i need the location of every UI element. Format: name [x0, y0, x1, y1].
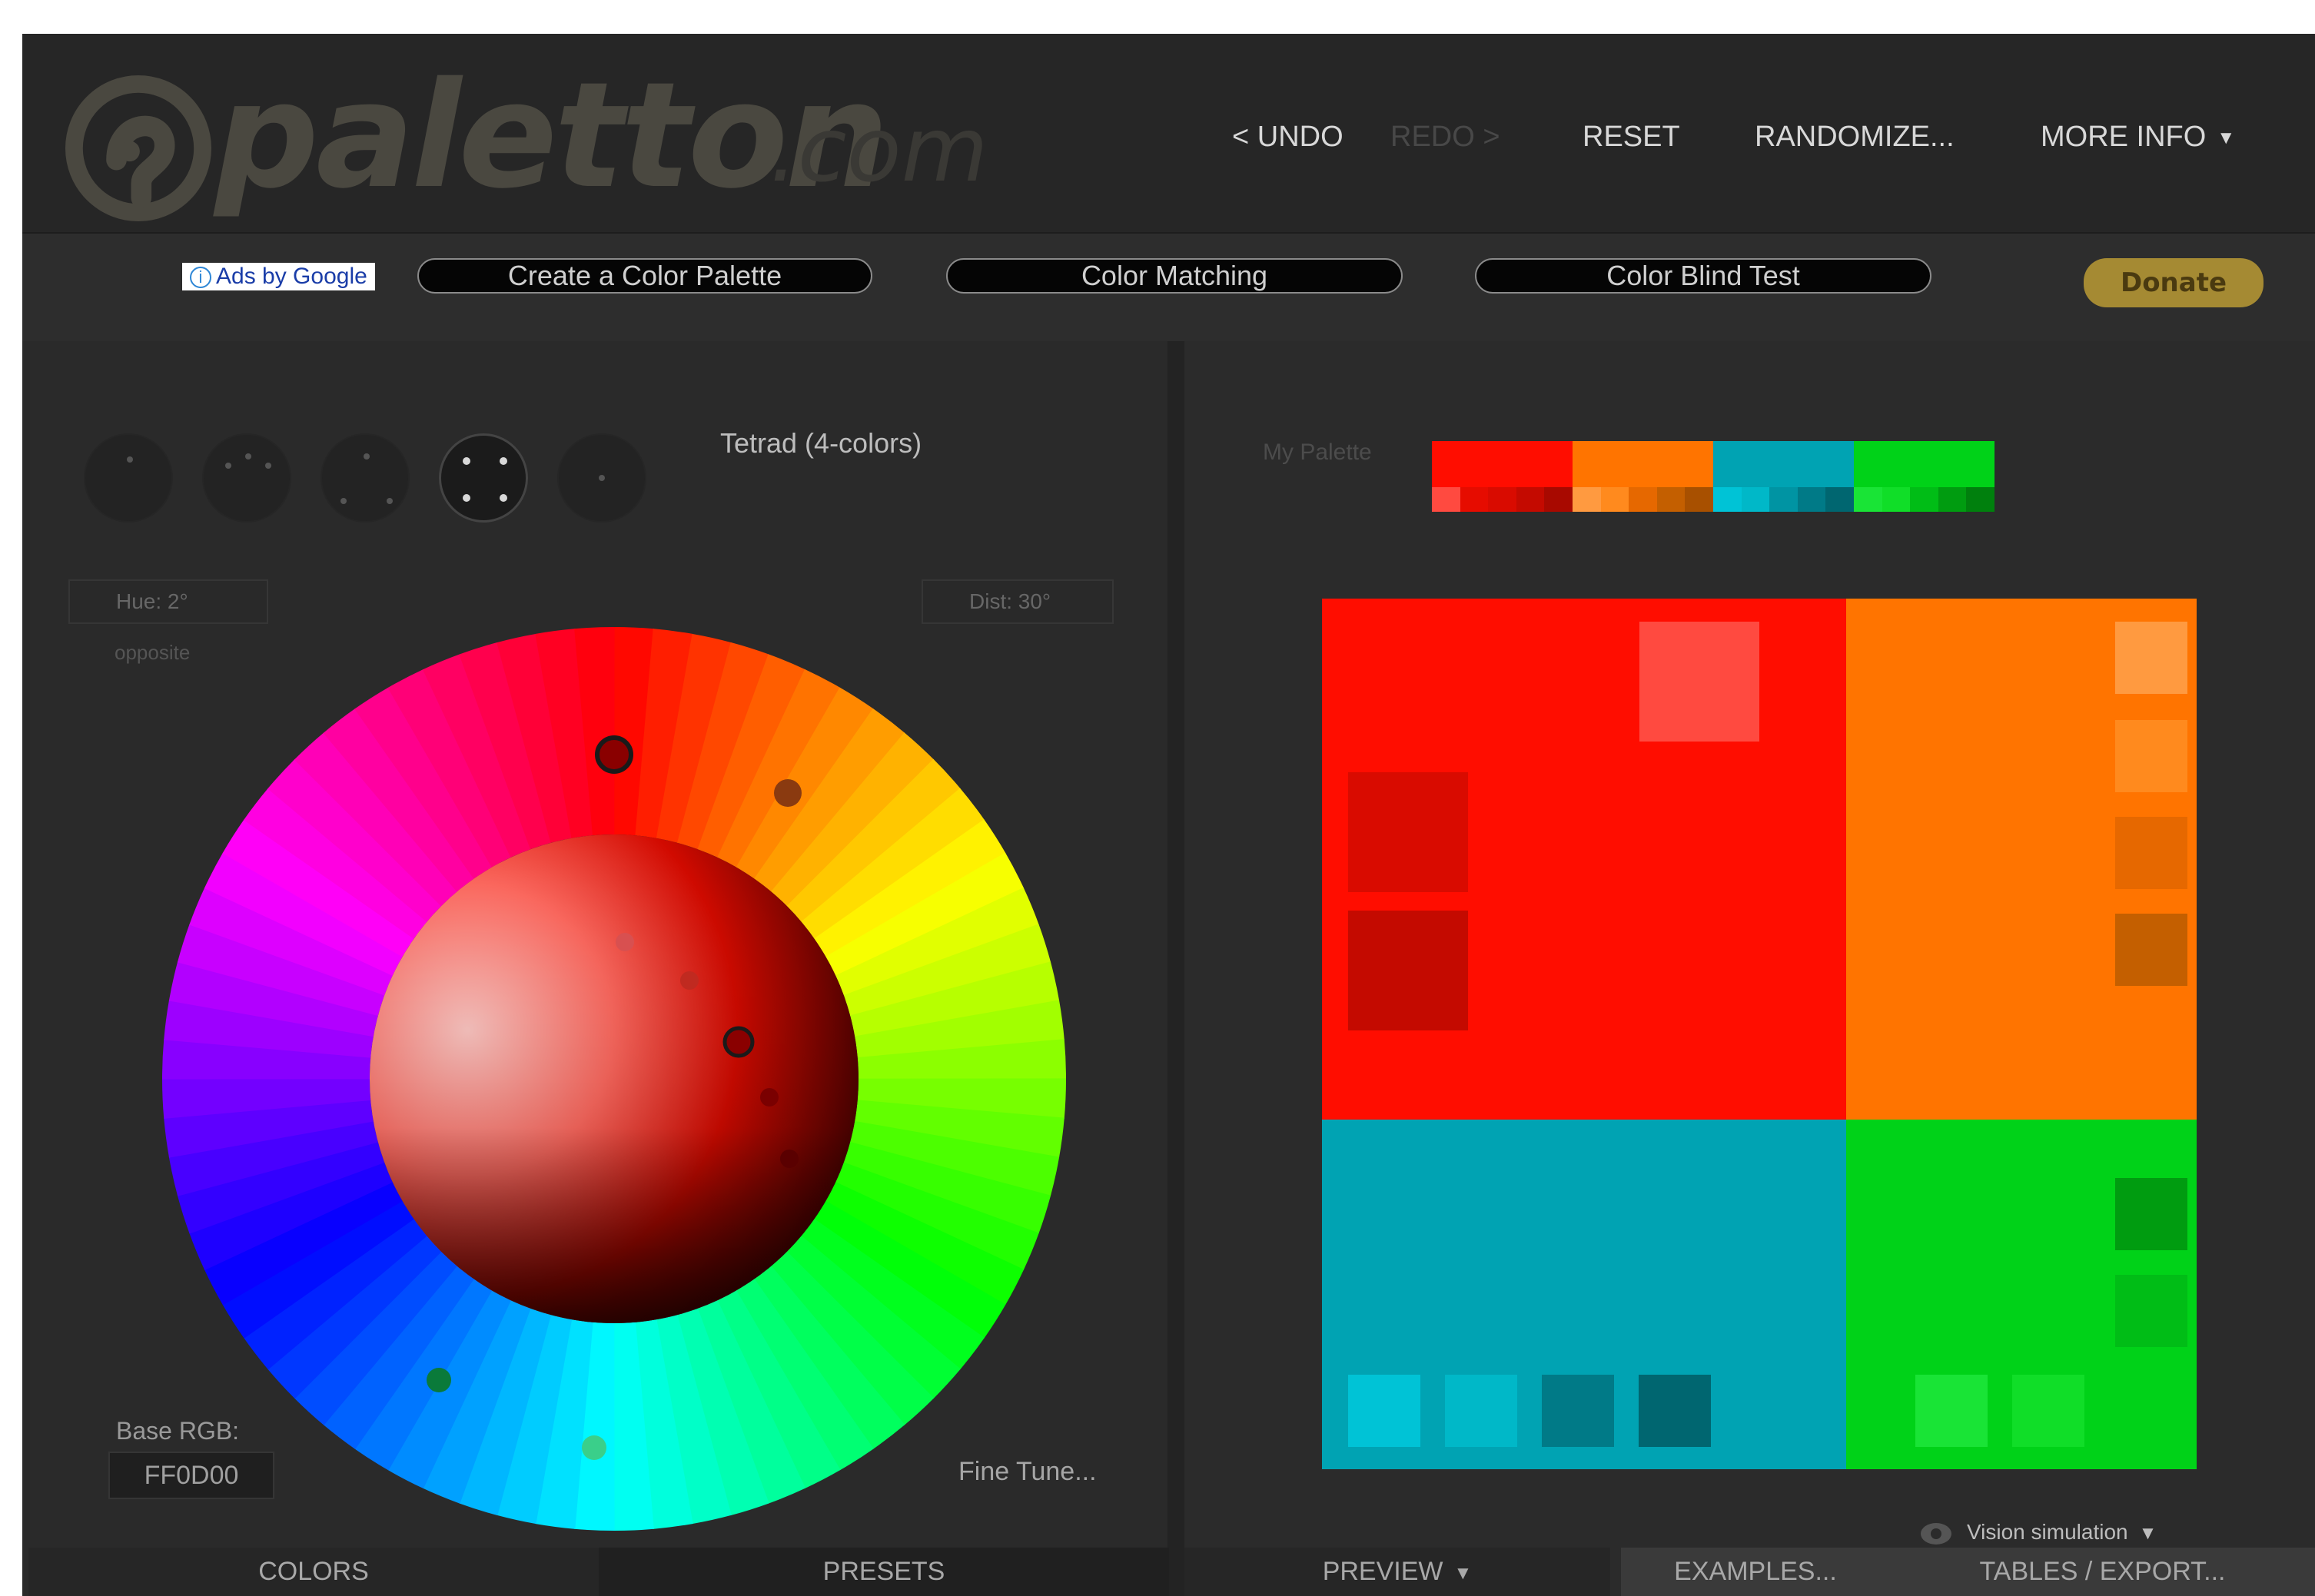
top-bar: paletton .com < UNDO REDO > RESET RANDOM… — [22, 34, 2315, 234]
palette-shade-swatch[interactable] — [1966, 487, 1994, 512]
palette-column[interactable] — [1854, 441, 1994, 512]
color-wheel[interactable] — [145, 610, 1083, 1548]
palette-shade-swatch[interactable] — [1825, 487, 1854, 512]
color-swatch[interactable] — [1348, 772, 1468, 892]
color-swatch[interactable] — [1639, 1375, 1711, 1447]
palette-shade-swatch[interactable] — [1713, 487, 1742, 512]
color-swatch[interactable] — [2012, 1375, 2084, 1447]
shade-marker — [680, 971, 699, 990]
base-rgb-label: Base RGB: — [116, 1417, 240, 1445]
palette-main-swatch[interactable] — [1713, 441, 1854, 487]
tetrad-hue-handle[interactable] — [582, 1435, 606, 1460]
color-blind-test-link[interactable]: Color Blind Test — [1475, 258, 1931, 294]
palette-shade-swatch[interactable] — [1629, 487, 1657, 512]
info-icon: i — [190, 267, 211, 289]
palette-shade-swatch[interactable] — [1460, 487, 1489, 512]
color-matching-link[interactable]: Color Matching — [946, 258, 1403, 294]
tab-preview-label: PREVIEW — [1322, 1557, 1443, 1586]
shade-marker — [760, 1088, 779, 1107]
vision-simulation-label: Vision simulation — [1967, 1520, 2128, 1544]
more-info-menu[interactable]: MORE INFO ▼ — [2041, 115, 2235, 158]
adjacent-mode-icon[interactable] — [202, 433, 291, 523]
palette-shade-swatch[interactable] — [1600, 487, 1629, 512]
palette-preview — [1322, 599, 2197, 1469]
color-swatch[interactable] — [2115, 914, 2187, 986]
palette-main-swatch[interactable] — [1854, 441, 1994, 487]
scheme-label: Tetrad (4-colors) — [720, 427, 922, 459]
palette-shade-swatch[interactable] — [1882, 487, 1911, 512]
palette-column[interactable] — [1573, 441, 1713, 512]
palette-shade-swatch[interactable] — [1544, 487, 1573, 512]
tetrad-mode-icon[interactable] — [439, 433, 528, 523]
preview-panel: My Palette Vision simulation ▼ — [1184, 341, 2315, 1596]
vision-simulation-menu[interactable]: Vision simulation ▼ — [1921, 1513, 2157, 1551]
base-rgb-input[interactable]: FF0D00 — [108, 1452, 274, 1499]
color-swatch[interactable] — [2115, 1275, 2187, 1347]
shade-overlay — [370, 834, 859, 1323]
redo-button[interactable]: REDO > — [1390, 115, 1500, 158]
palette-main-swatch[interactable] — [1573, 441, 1713, 487]
free-style-mode-icon[interactable] — [557, 433, 646, 523]
create-palette-link[interactable]: Create a Color Palette — [417, 258, 872, 294]
palette-shade-swatch[interactable] — [1488, 487, 1516, 512]
ads-label-text: Ads by Google — [216, 264, 367, 289]
tab-preview[interactable]: PREVIEW ▼ — [1184, 1548, 1610, 1596]
color-swatch[interactable] — [1445, 1375, 1517, 1447]
more-info-label: MORE INFO — [2041, 121, 2207, 153]
randomize-button[interactable]: RANDOMIZE... — [1755, 115, 1955, 158]
palette-column[interactable] — [1713, 441, 1854, 512]
palette-shade-swatch[interactable] — [1769, 487, 1798, 512]
shade-marker — [616, 933, 634, 951]
color-swatch[interactable] — [2115, 622, 2187, 694]
palette-shade-swatch[interactable] — [1741, 487, 1770, 512]
color-swatch[interactable] — [1915, 1375, 1988, 1447]
secondary-hue-handle[interactable] — [774, 779, 802, 807]
palette-shade-swatch[interactable] — [1910, 487, 1938, 512]
tab-examples[interactable]: EXAMPLES... — [1621, 1548, 1890, 1596]
ads-by-google-label[interactable]: i Ads by Google — [182, 263, 375, 290]
shade-handle[interactable] — [722, 1026, 755, 1058]
palette-shade-swatch[interactable] — [1573, 487, 1601, 512]
palette-shade-swatch[interactable] — [1432, 487, 1460, 512]
reset-button[interactable]: RESET — [1583, 115, 1680, 158]
paletton-logo-icon — [65, 75, 211, 221]
tab-colors[interactable]: COLORS — [28, 1548, 599, 1596]
palette-shade-swatch[interactable] — [1656, 487, 1686, 512]
color-swatch[interactable] — [2115, 817, 2187, 889]
palette-shade-swatch[interactable] — [1938, 487, 1967, 512]
my-palette-label: My Palette — [1263, 440, 1372, 465]
palette-shade-swatch[interactable] — [1685, 487, 1713, 512]
color-swatch[interactable] — [2115, 720, 2187, 792]
caret-down-icon: ▼ — [1453, 1562, 1473, 1584]
palette-shade-swatch[interactable] — [1516, 487, 1545, 512]
palette-main-swatch[interactable] — [1432, 441, 1573, 487]
paletton-app: paletton .com < UNDO REDO > RESET RANDOM… — [22, 34, 2315, 1596]
eye-icon — [1921, 1522, 1951, 1545]
color-swatch[interactable] — [1639, 622, 1759, 742]
panel-divider — [1167, 341, 1184, 1596]
color-swatch[interactable] — [1348, 911, 1468, 1030]
color-swatch[interactable] — [1542, 1375, 1614, 1447]
color-swatch[interactable] — [1348, 1375, 1420, 1447]
logo-tld: .com — [769, 98, 988, 202]
shade-marker — [780, 1150, 799, 1168]
complement-hue-handle[interactable] — [427, 1368, 451, 1392]
color-swatch[interactable] — [2115, 1178, 2187, 1250]
mono-mode-icon[interactable] — [84, 433, 173, 523]
triad-mode-icon[interactable] — [321, 433, 410, 523]
palette-strip[interactable] — [1432, 441, 1994, 512]
caret-down-icon: ▼ — [2217, 127, 2236, 148]
tab-presets[interactable]: PRESETS — [599, 1548, 1169, 1596]
color-wheel-panel: Tetrad (4-colors) Hue: 2° opposite Dist:… — [22, 341, 1167, 1596]
palette-shade-swatch[interactable] — [1854, 487, 1882, 512]
undo-button[interactable]: < UNDO — [1232, 115, 1343, 158]
primary-hue-handle[interactable] — [595, 735, 633, 774]
fine-tune-link[interactable]: Fine Tune... — [958, 1457, 1097, 1487]
tab-tables-export[interactable]: TABLES / EXPORT... — [1890, 1548, 2315, 1596]
palette-shade-swatch[interactable] — [1797, 487, 1826, 512]
palette-column[interactable] — [1432, 441, 1573, 512]
donate-button[interactable]: Donate — [2084, 258, 2264, 307]
